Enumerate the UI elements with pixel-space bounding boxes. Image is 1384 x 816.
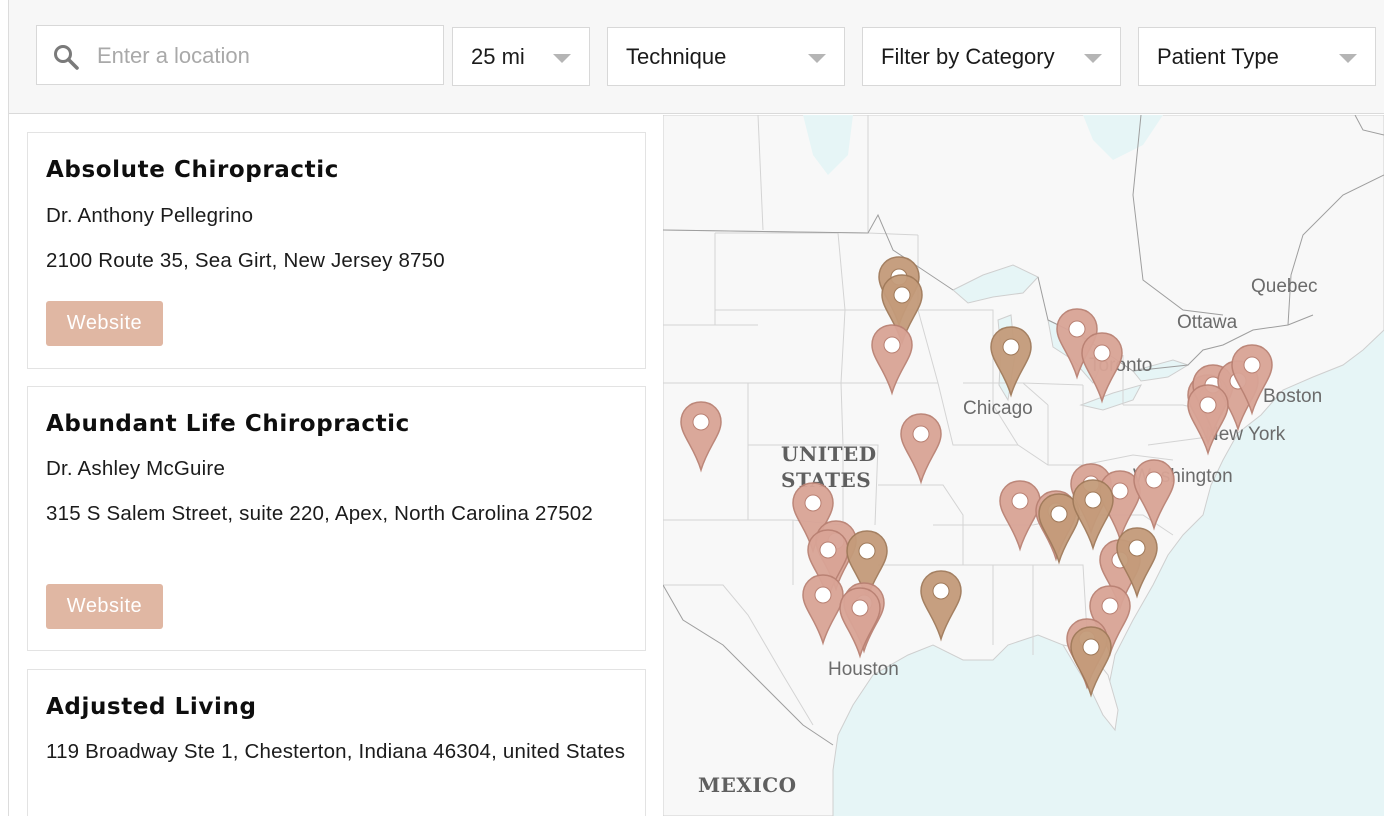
filter-bar: 25 mi Technique Filter by Category Patie… bbox=[9, 0, 1384, 114]
map-label-boston: Boston bbox=[1263, 386, 1322, 407]
provider-name: Adjusted Living bbox=[46, 694, 257, 720]
provider-name: Abundant Life Chiropractic bbox=[46, 411, 410, 437]
provider-doctor: Dr. Ashley McGuire bbox=[46, 457, 226, 480]
provider-name: Absolute Chiropractic bbox=[46, 157, 339, 183]
map-canvas[interactable]: Quebec Ottawa Toronto Boston New York Wa… bbox=[663, 115, 1384, 816]
search-icon bbox=[54, 45, 79, 70]
chevron-down-icon bbox=[808, 54, 826, 63]
provider-address: 315 S Salem Street, suite 220, Apex, Nor… bbox=[46, 502, 594, 525]
provider-list[interactable]: Absolute Chiropractic Dr. Anthony Pelleg… bbox=[9, 115, 663, 816]
provider-doctor: Dr. Anthony Pellegrino bbox=[46, 204, 254, 227]
patient-type-select[interactable]: Patient Type bbox=[1138, 27, 1376, 86]
radius-select-value: 25 mi bbox=[471, 44, 525, 69]
chevron-down-icon bbox=[553, 54, 571, 63]
location-search[interactable] bbox=[36, 25, 444, 85]
map-label-chicago: Chicago bbox=[963, 398, 1033, 419]
location-input[interactable] bbox=[97, 38, 427, 74]
chevron-down-icon bbox=[1084, 54, 1102, 63]
map-view[interactable]: Quebec Ottawa Toronto Boston New York Wa… bbox=[663, 115, 1384, 816]
category-select[interactable]: Filter by Category bbox=[862, 27, 1121, 86]
patient-type-select-value: Patient Type bbox=[1157, 44, 1279, 69]
map-label-houston: Houston bbox=[828, 659, 899, 680]
chevron-down-icon bbox=[1339, 54, 1357, 63]
provider-address: 119 Broadway Ste 1, Chesterton, Indiana … bbox=[46, 740, 626, 763]
map-label-quebec: Quebec bbox=[1251, 276, 1318, 297]
radius-select[interactable]: 25 mi bbox=[452, 27, 590, 86]
provider-card: Absolute Chiropractic Dr. Anthony Pelleg… bbox=[27, 132, 646, 369]
website-button[interactable]: Website bbox=[46, 584, 163, 629]
provider-address: 2100 Route 35, Sea Girt, New Jersey 8750 bbox=[46, 249, 445, 272]
website-button[interactable]: Website bbox=[46, 301, 163, 346]
map-label-mexico: MEXICO bbox=[698, 773, 797, 797]
provider-card: Adjusted Living 119 Broadway Ste 1, Ches… bbox=[27, 669, 646, 816]
technique-select[interactable]: Technique bbox=[607, 27, 845, 86]
map-label-united: UNITED bbox=[781, 442, 877, 466]
map-label-ottawa: Ottawa bbox=[1177, 312, 1238, 333]
category-select-value: Filter by Category bbox=[881, 44, 1055, 69]
technique-select-value: Technique bbox=[626, 44, 727, 69]
provider-locator: 25 mi Technique Filter by Category Patie… bbox=[0, 0, 1384, 816]
provider-card: Abundant Life Chiropractic Dr. Ashley Mc… bbox=[27, 386, 646, 651]
